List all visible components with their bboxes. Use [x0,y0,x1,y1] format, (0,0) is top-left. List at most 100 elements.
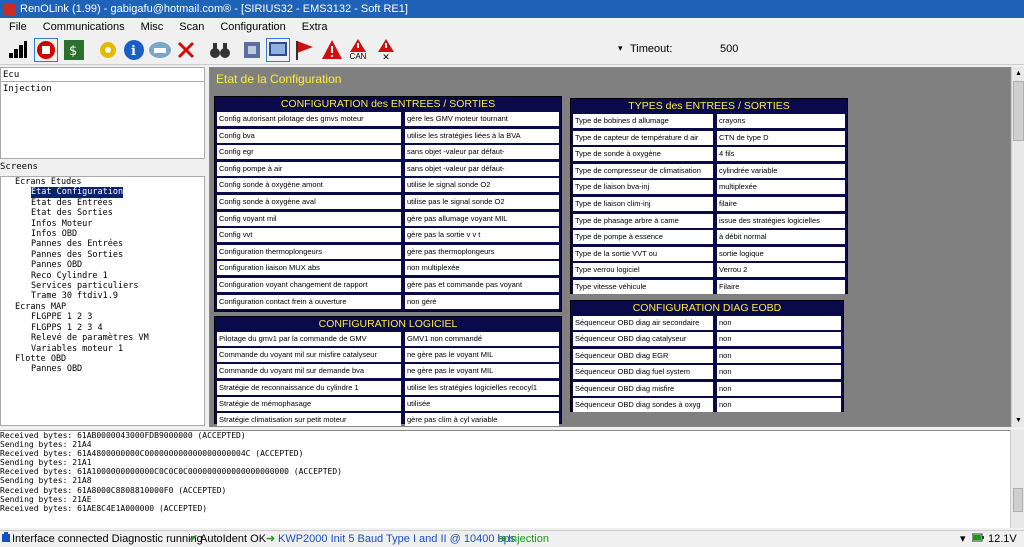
config-label: Type de compresseur de climatisation [573,163,713,178]
title-bar: RenOLink (1.99) - gabigafu@hotmail.com® … [0,0,1024,18]
scroll-up-arrow-icon[interactable]: ▲ [1012,67,1024,80]
log-line: Received bytes: 61A4800000000C0000000000… [0,449,304,459]
voltage-dropdown-arrow-icon[interactable]: ▾ [960,531,966,547]
tree-item[interactable]: Ecrans MAP [1,302,204,312]
config-row: Type verrou logiciel Verrou 2 [571,262,847,278]
dollar-icon[interactable]: $ [62,38,86,62]
info-icon[interactable]: i [122,38,146,62]
config-label: Type de bobines d allumage [573,114,713,128]
tree-item[interactable]: Infos OBD [1,229,204,239]
protocol-status: KWP2000 Init 5 Baud Type I and II @ 1040… [278,533,516,545]
config-label: Séquenceur OBD diag fuel system [573,365,713,380]
timeout-dropdown-arrow[interactable]: ▾ [618,43,623,54]
menu-bar: File Communications Misc Scan Configurat… [0,18,1024,35]
tree-item[interactable]: FLGPPS 1 2 3 4 [1,323,204,333]
voltage-readout: 12.1V [988,533,1017,545]
app-icon [4,3,16,15]
tree-item[interactable]: Ecrans Etudes [1,177,204,187]
ecu-header: Ecu [1,68,204,82]
tree-item[interactable]: FLGPPE 1 2 3 [1,312,204,322]
tree-item-label: Pannes des Sorties [31,249,124,260]
flag-icon[interactable] [292,38,316,62]
main-vertical-scrollbar[interactable]: ▲ ▼ [1011,67,1024,427]
tree-item[interactable]: Pannes OBD [1,364,204,374]
svg-text:i: i [131,44,136,59]
car-repair-icon[interactable] [148,38,172,62]
config-label: Type de pompe à essence [573,230,713,245]
config-value: GMV1 non commandé [405,332,559,346]
tree-item[interactable]: Etat des Entrées [1,198,204,208]
log-scrollbar[interactable] [1010,430,1024,528]
tree-item-label: Ecrans MAP [15,301,67,312]
config-label: Séquenceur OBD diag EGR [573,348,713,363]
config-value: Verrou 2 [717,263,845,278]
config-value: sans objet -valeur par défaut- [405,161,559,176]
tree-item-label: Etat Configuration [31,187,124,198]
tree-item[interactable]: Trame 30 ftdiv1.9 [1,291,204,301]
ecu-item[interactable]: Injection [1,82,204,96]
menu-communications[interactable]: Communications [38,21,130,33]
config-label: Config vvt [217,228,401,243]
config-label: Séquenceur OBD diag sondes à oxyg [573,398,713,412]
config-row: Type de sonde à oxygène 4 fils [571,146,847,162]
config-value: non géré [405,294,559,309]
menu-extra[interactable]: Extra [297,21,333,33]
config-value: non [717,398,841,412]
communication-log[interactable]: Received bytes: 61AB0000043000FDB9000000… [0,430,1010,528]
menu-scan[interactable]: Scan [174,21,209,33]
tree-item[interactable]: Pannes des Sorties [1,250,204,260]
tree-item[interactable]: Services particuliers [1,281,204,291]
config-row: Config vvt gère pas la sortie v v t [215,227,561,243]
tree-item-label: Infos Moteur [31,218,93,229]
scroll-down-arrow-icon[interactable]: ▼ [1012,414,1024,427]
stop-button[interactable] [34,38,58,62]
tree-item[interactable]: Pannes des Entrées [1,239,204,249]
config-label: Type verrou logiciel [573,263,713,278]
config-value: à débit normal [717,230,845,245]
clear-warning-icon[interactable]: ✕ [374,38,398,62]
config-row: Séquenceur OBD diag EGR non [571,348,843,363]
menu-configuration[interactable]: Configuration [215,21,290,33]
window-title: RenOLink (1.99) - gabigafu@hotmail.com® … [20,3,408,15]
warning-icon[interactable] [320,38,344,62]
log-scroll-thumb[interactable] [1013,488,1023,512]
tree-item[interactable]: Reco Cylindre 1 [1,271,204,281]
tree-item-label: Services particuliers [31,281,139,292]
scroll-thumb[interactable] [1013,81,1024,141]
config-row: Config autorisant pilotage des gmvs mote… [215,111,561,126]
status-bar: Interface connected Diagnostic running ✔… [0,530,1024,546]
config-row: Configuration thermoplongeurs gère pas th… [215,244,561,259]
tree-item[interactable]: Etat Configuration [1,187,204,198]
menu-file[interactable]: File [4,21,32,33]
tree-item[interactable]: Pannes OBD [1,260,204,270]
tree-item-label: Pannes OBD [31,364,83,375]
config-label: Séquenceur OBD diag catalyseur [573,332,713,347]
ecu-chip-icon[interactable] [240,38,264,62]
tree-item[interactable]: Etat des Sorties [1,208,204,218]
tree-item-label: Etat des Sorties [31,208,113,219]
config-value: gère pas clim à cyl variable [405,413,559,426]
menu-misc[interactable]: Misc [136,21,169,33]
tree-item-label: Trame 30 ftdiv1.9 [31,291,118,302]
can-warning-icon[interactable]: CAN [346,38,370,62]
tree-item[interactable]: Flotte OBD [1,354,204,364]
config-value: utilisée [405,396,559,411]
config-label: Type vitesse véhicule [573,280,713,294]
config-label: Stratégie climatisation sur petit moteur [217,413,401,426]
connection-status: Interface connected Diagnostic running [12,533,203,545]
configuration-view: Etat de la Configuration CONFIGURATION d… [209,67,1011,427]
timeout-input[interactable]: 500 [720,43,738,55]
signal-bars-icon[interactable] [6,38,30,62]
config-label: Config sonde à oxygène aval [217,195,401,209]
screen-view-icon[interactable] [266,38,290,62]
config-value: non [717,365,841,380]
config-label: Config egr [217,145,401,160]
binoculars-icon[interactable] [208,38,232,62]
tree-item[interactable]: Variables moteur 1 [1,344,204,354]
tree-item[interactable]: Infos Moteur [1,219,204,229]
panel-diag-eobd: CONFIGURATION DIAG EOBD Séquenceur OBD d… [570,300,844,412]
tree-item[interactable]: Relevé de paramètres VM [1,333,204,343]
close-x-icon[interactable] [174,38,198,62]
config-row: Configuration contact frein à ouverture n… [215,294,561,309]
settings-gear-icon[interactable] [96,38,120,62]
